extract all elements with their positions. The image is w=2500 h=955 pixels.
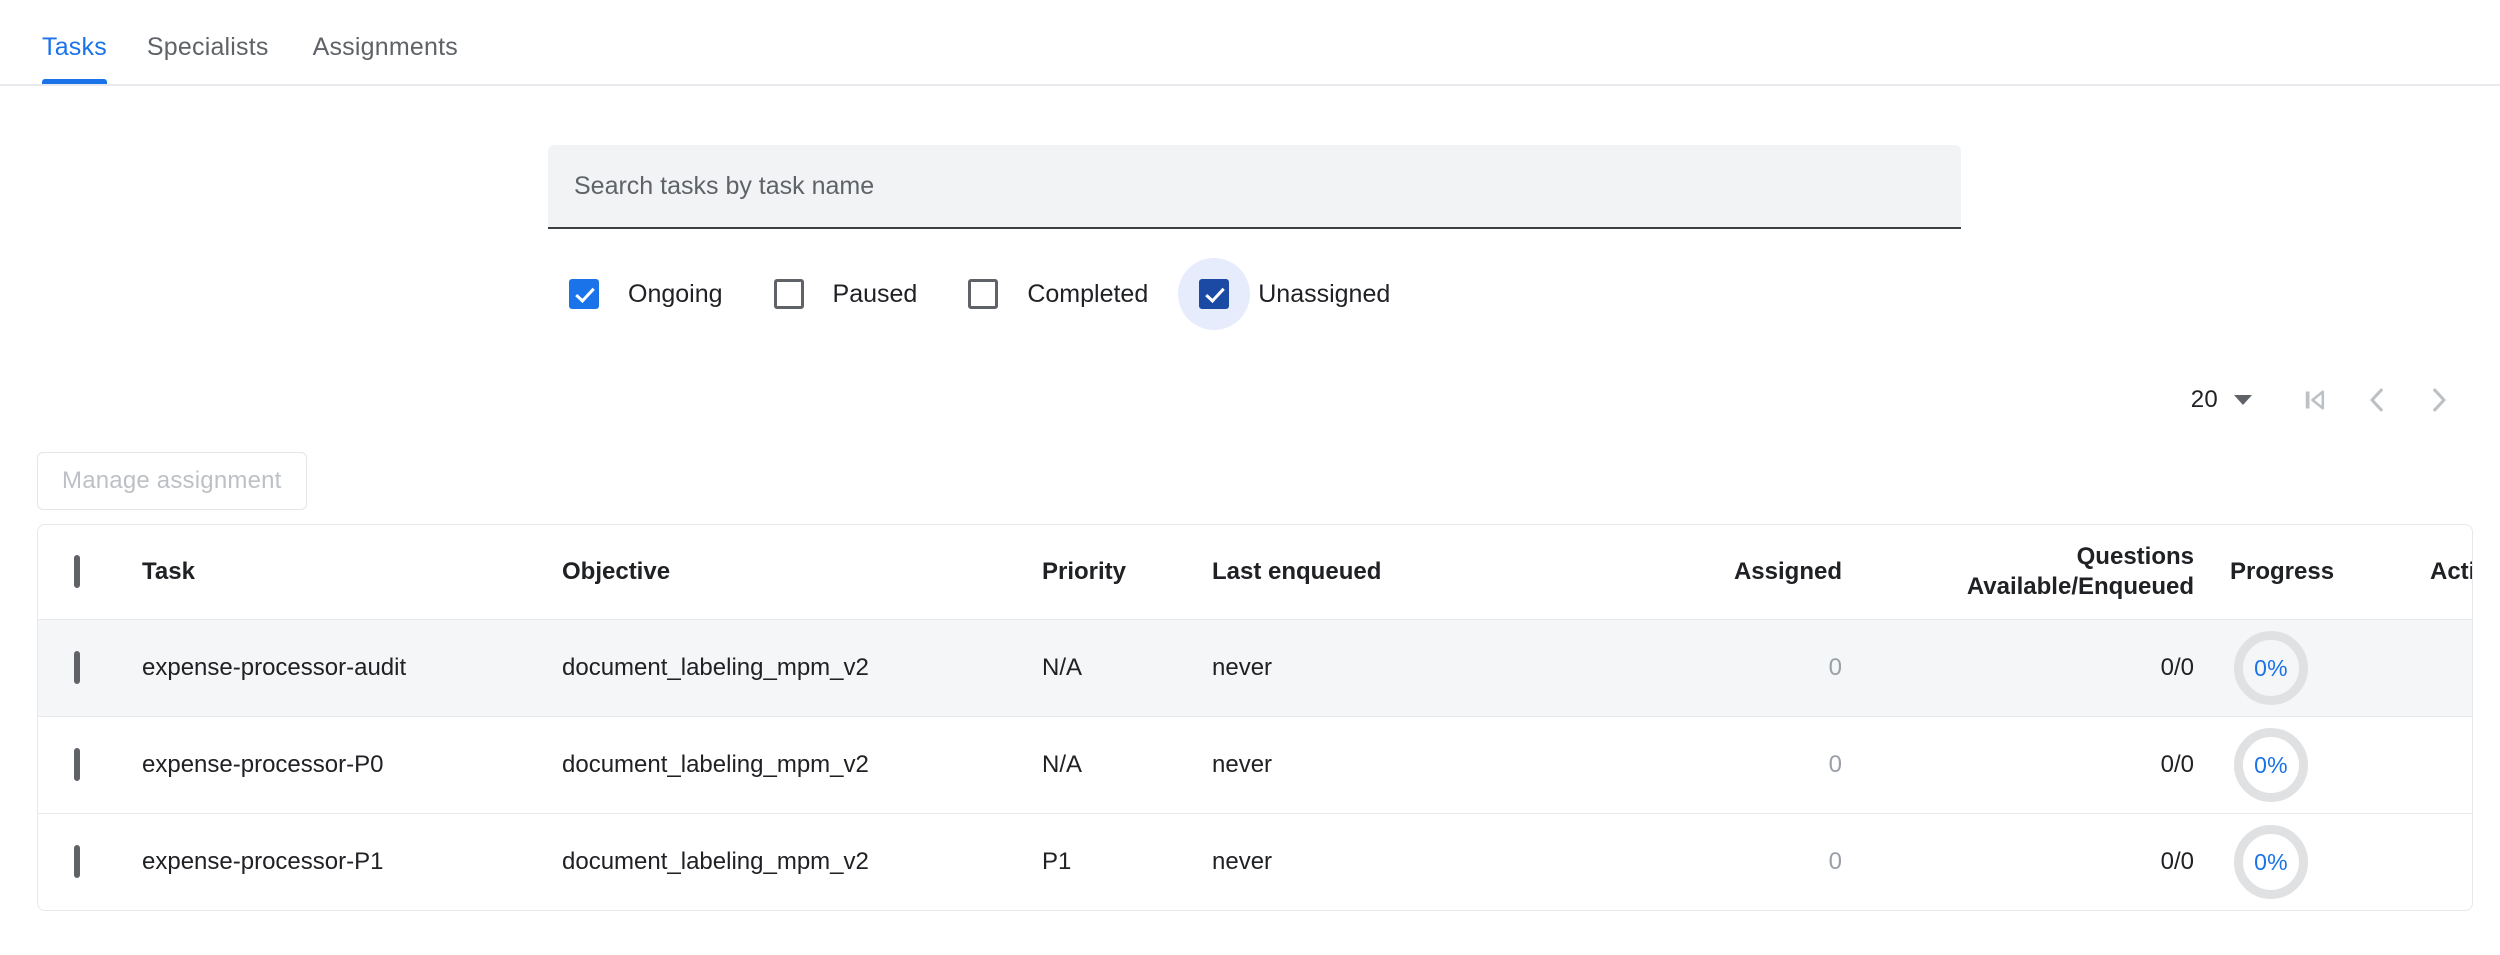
tab-tasks[interactable]: Tasks [36,33,125,84]
filter-ongoing-label: Ongoing [628,280,723,309]
progress-value: 0% [2254,849,2288,876]
progress-ring: 0% [2234,825,2308,899]
filter-paused[interactable]: Paused [753,258,918,330]
cell-progress: 0% [2230,717,2430,814]
filter-completed-hitarea[interactable] [947,258,1019,330]
cell-objective: document_labeling_mpm_v2 [562,814,1042,911]
header-questions[interactable]: Questions Available/Enqueued [1884,525,2230,620]
row-select-cell [38,814,142,911]
cell-priority: N/A [1042,620,1212,717]
filter-paused-label: Paused [833,280,918,309]
cell-objective: document_labeling_mpm_v2 [562,620,1042,717]
header-questions-line2: Available/Enqueued [1884,572,2194,602]
tab-assignments[interactable]: Assignments [291,33,480,84]
manage-assignment-button[interactable]: Manage assignment [37,452,307,510]
checkbox-row[interactable] [74,748,80,781]
tasks-table-card: Task Objective Priority Last enqueued As… [37,524,2473,911]
tab-specialists[interactable]: Specialists [125,33,291,84]
cell-assigned: 0 [1542,717,1884,814]
cell-last-enqueued: never [1212,814,1542,911]
progress-value: 0% [2254,752,2288,779]
table-row[interactable]: expense-processor-audit document_labelin… [38,620,2473,717]
status-filter-group: Ongoing Paused Completed Unassigned [548,258,1390,330]
cell-task: expense-processor-P1 [142,814,562,911]
cell-actions [2430,814,2473,911]
row-select-cell [38,620,142,717]
progress-ring: 0% [2234,631,2308,705]
checkbox-unassigned[interactable] [1199,279,1229,309]
previous-page-button[interactable] [2346,369,2408,431]
filter-unassigned-label: Unassigned [1258,280,1390,309]
checkbox-select-all[interactable] [74,555,80,588]
header-task[interactable]: Task [142,525,562,620]
table-row[interactable]: expense-processor-P0 document_labeling_m… [38,717,2473,814]
search-field-container [548,145,1961,229]
cell-priority: N/A [1042,717,1212,814]
checkbox-paused[interactable] [774,279,804,309]
filter-completed-label: Completed [1027,280,1148,309]
chevron-left-icon [2360,383,2394,417]
table-row[interactable]: expense-processor-P1 document_labeling_m… [38,814,2473,911]
next-page-button[interactable] [2408,369,2470,431]
cell-priority: P1 [1042,814,1212,911]
cell-actions [2430,620,2473,717]
cell-questions: 0/0 [1884,814,2230,911]
tasks-table: Task Objective Priority Last enqueued As… [38,525,2473,910]
paginator: 20 [2187,370,2470,430]
tasks-table-body: expense-processor-audit document_labelin… [38,620,2473,911]
cell-progress: 0% [2230,620,2430,717]
filter-completed[interactable]: Completed [947,258,1148,330]
first-page-icon [2298,383,2332,417]
header-last-enqueued[interactable]: Last enqueued [1212,525,1542,620]
cell-task: expense-processor-P0 [142,717,562,814]
checkbox-row[interactable] [74,845,80,878]
progress-ring: 0% [2234,728,2308,802]
cell-progress: 0% [2230,814,2430,911]
chevron-down-icon [2234,395,2252,405]
page-size-select[interactable]: 20 [2187,380,2256,420]
filter-ongoing-hitarea[interactable] [548,258,620,330]
checkbox-completed[interactable] [968,279,998,309]
cell-last-enqueued: never [1212,620,1542,717]
cell-last-enqueued: never [1212,717,1542,814]
cell-assigned: 0 [1542,620,1884,717]
filter-paused-hitarea[interactable] [753,258,825,330]
progress-value: 0% [2254,655,2288,682]
header-objective[interactable]: Objective [562,525,1042,620]
cell-objective: document_labeling_mpm_v2 [562,717,1042,814]
header-priority[interactable]: Priority [1042,525,1212,620]
checkbox-row[interactable] [74,651,80,684]
header-assigned[interactable]: Assigned [1542,525,1884,620]
row-select-cell [38,717,142,814]
cell-questions: 0/0 [1884,620,2230,717]
filter-unassigned-hitarea[interactable] [1178,258,1250,330]
search-input[interactable] [548,145,1961,229]
cell-questions: 0/0 [1884,717,2230,814]
tab-bar: Tasks Specialists Assignments [0,0,2500,86]
select-all-header [38,525,142,620]
page-size-value: 20 [2191,386,2218,414]
header-progress[interactable]: Progress [2230,525,2430,620]
tasks-table-header: Task Objective Priority Last enqueued As… [38,525,2473,620]
filter-ongoing[interactable]: Ongoing [548,258,723,330]
first-page-button[interactable] [2284,369,2346,431]
filter-unassigned[interactable]: Unassigned [1178,258,1390,330]
table-header-row: Task Objective Priority Last enqueued As… [38,525,2473,620]
header-actions: Actions [2430,525,2473,620]
checkbox-ongoing[interactable] [569,279,599,309]
chevron-right-icon [2422,383,2456,417]
cell-actions [2430,717,2473,814]
cell-assigned: 0 [1542,814,1884,911]
cell-task: expense-processor-audit [142,620,562,717]
header-questions-line1: Questions [1884,542,2194,572]
